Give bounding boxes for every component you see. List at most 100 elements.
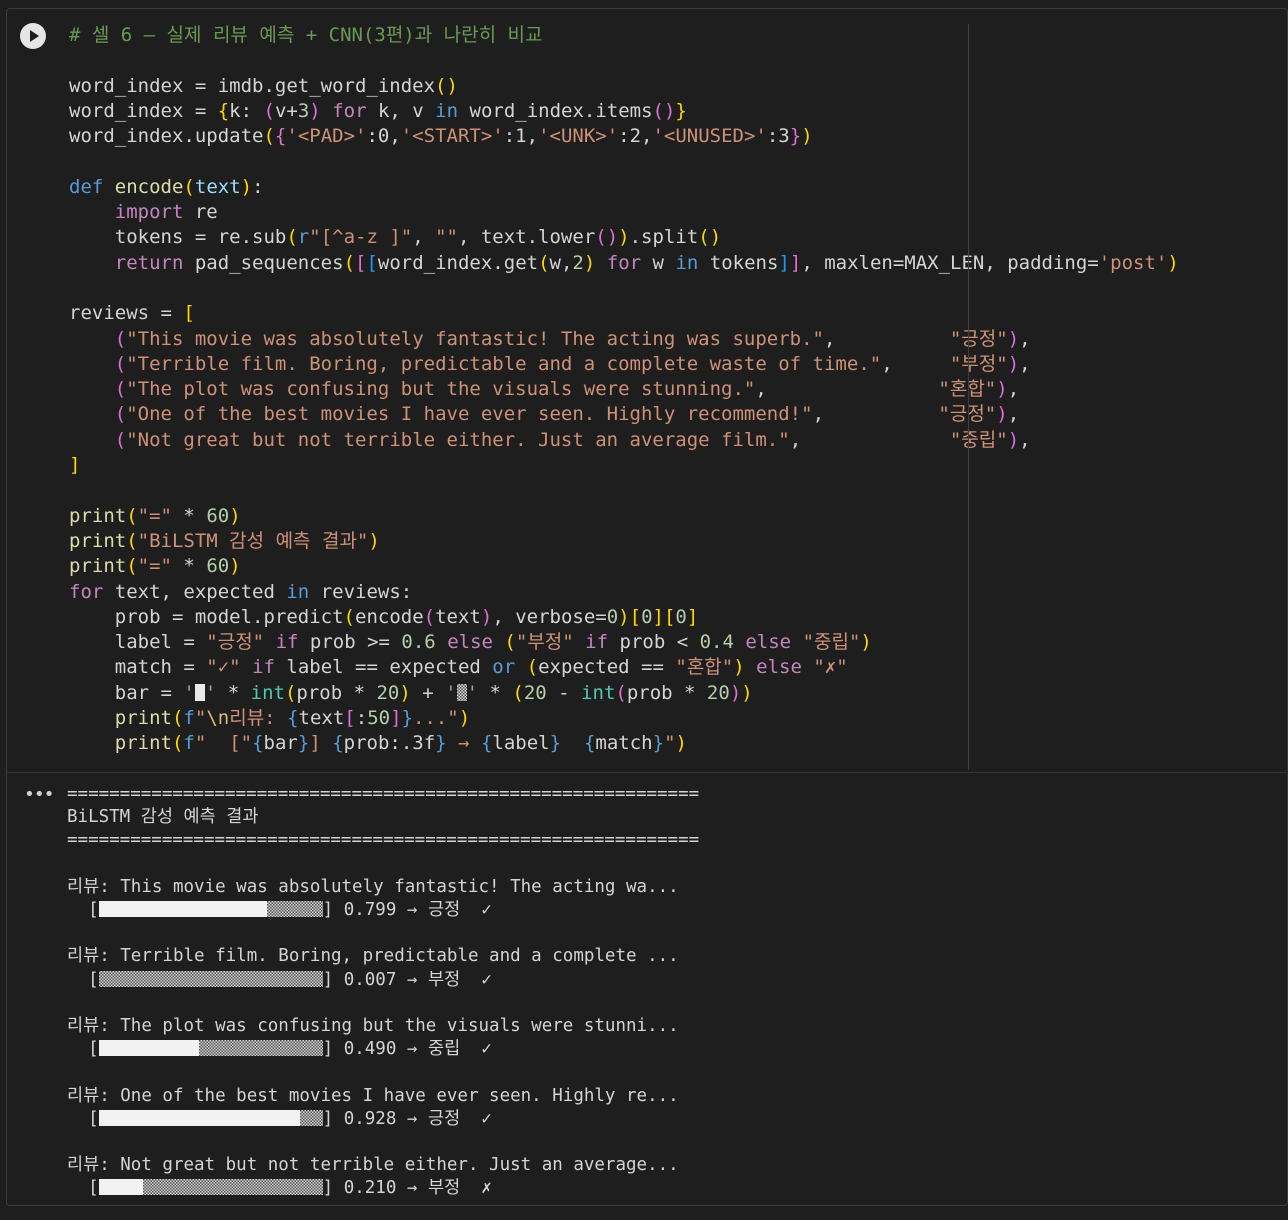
code-line: tokens = re.sub(r"[^a-z ]", "", text.low… [69,226,721,248]
code-token: ( [114,327,127,350]
code-token: text [298,707,345,730]
code-line: label = "긍정" if prob >= 0.6 else ("부정" i… [69,631,872,653]
probability-value: 0.799 [343,900,397,921]
code-token: "The plot was confusing but the visuals … [126,378,756,401]
code-token: text [435,605,481,628]
code-token: :3 [766,125,790,148]
code-token: 20 [706,681,730,704]
code-token: "긍정" [206,631,265,654]
code-token: " [194,707,207,730]
code-token: match [595,732,653,755]
code-line: ("One of the best movies I have ever see… [69,403,1019,425]
code-token: ] [69,454,81,477]
code-token: in [286,580,310,603]
code-token: "Not great but not terrible either. Just… [126,428,790,451]
code-token: text [194,175,241,198]
code-token: 0.4 [699,631,734,654]
code-line: def encode(text): [69,176,264,198]
code-token: for [69,580,104,603]
code-token: int [250,681,285,704]
code-token: , verbose= [492,605,607,628]
code-token: \n [206,707,230,730]
probability-value: 0.490 [343,1039,397,1060]
code-token: , [1019,428,1031,451]
code-line: ("This movie was absolutely fantastic! T… [69,328,1031,350]
code-token: ( [114,403,127,426]
cell-output: ========================================… [67,784,700,1199]
code-token: () [595,226,619,249]
code-token: * [171,504,207,527]
code-token: : [252,175,264,198]
run-cell-button[interactable] [20,23,46,49]
probability-bar [98,1109,323,1126]
code-token: else [447,631,493,654]
code-token: ) [996,403,1008,426]
code-token: ) [996,378,1008,401]
code-token: 60 [206,555,230,578]
code-token: if [275,631,299,654]
code-token: ( [126,529,138,552]
code-token: ) [1007,327,1020,350]
play-icon [30,30,39,42]
probability-bar-remainder [300,1109,323,1126]
code-line: ("Not great but not terrible either. Jus… [69,429,1031,451]
code-line: # 셀 6 — 실제 리뷰 예측 + CNN(3편)과 나란히 비교 [69,24,543,46]
code-editor[interactable]: # 셀 6 — 실제 리뷰 예측 + CNN(3편)과 나란히 비교 word_… [69,23,1269,757]
code-token: [ [355,251,367,274]
probability-bar-fill [98,1179,144,1196]
code-token: ) [399,681,411,704]
match-mark: ✗ [481,1178,492,1199]
code-token: , [812,403,939,426]
code-token: + [410,681,446,704]
code-token: ( [526,656,539,679]
code-token: or [492,656,516,679]
code-token: encode [114,175,184,198]
sentiment-label: 부정 [427,969,461,990]
code-token: in [675,251,699,274]
code-token: ) [240,175,253,198]
code-token: ) [480,605,493,628]
code-token: if [252,656,275,679]
code-token: print [69,504,127,527]
code-token: print [69,555,127,578]
code-token: bar [263,732,298,755]
code-token: [ [183,302,195,325]
code-token: print [114,707,172,730]
code-token: , [412,226,436,249]
code-token: '<UNUSED>' [652,125,767,148]
code-token: f [183,707,195,730]
code-token: ) [309,99,321,122]
code-token: ] [390,707,402,730]
code-token: , [1019,352,1031,375]
code-token: ( [114,428,127,451]
code-token: "" [435,226,458,249]
code-token: 60 [206,504,230,527]
code-token: ' [466,681,479,704]
code-token: else [756,656,802,679]
code-token: ( [343,251,356,274]
code-token: [ [629,605,642,628]
code-token: "[^a-z ]" [309,226,413,249]
code-token: ] [789,251,802,274]
code-line: ("The plot was confusing but the visuals… [69,378,1019,400]
code-token: " [664,732,676,755]
output-divider [6,772,1288,773]
code-token: , text.lower [457,226,596,249]
ellipsis-icon[interactable]: ••• [24,784,54,805]
code-token: ) [729,681,742,704]
code-token: tokens = re.sub [69,226,287,249]
code-token: 0.6 [401,631,436,654]
code-token: "BiLSTM 감성 예측 결과" [137,529,369,552]
code-token: ] [309,732,333,755]
code-token: 'post' [1098,251,1168,274]
